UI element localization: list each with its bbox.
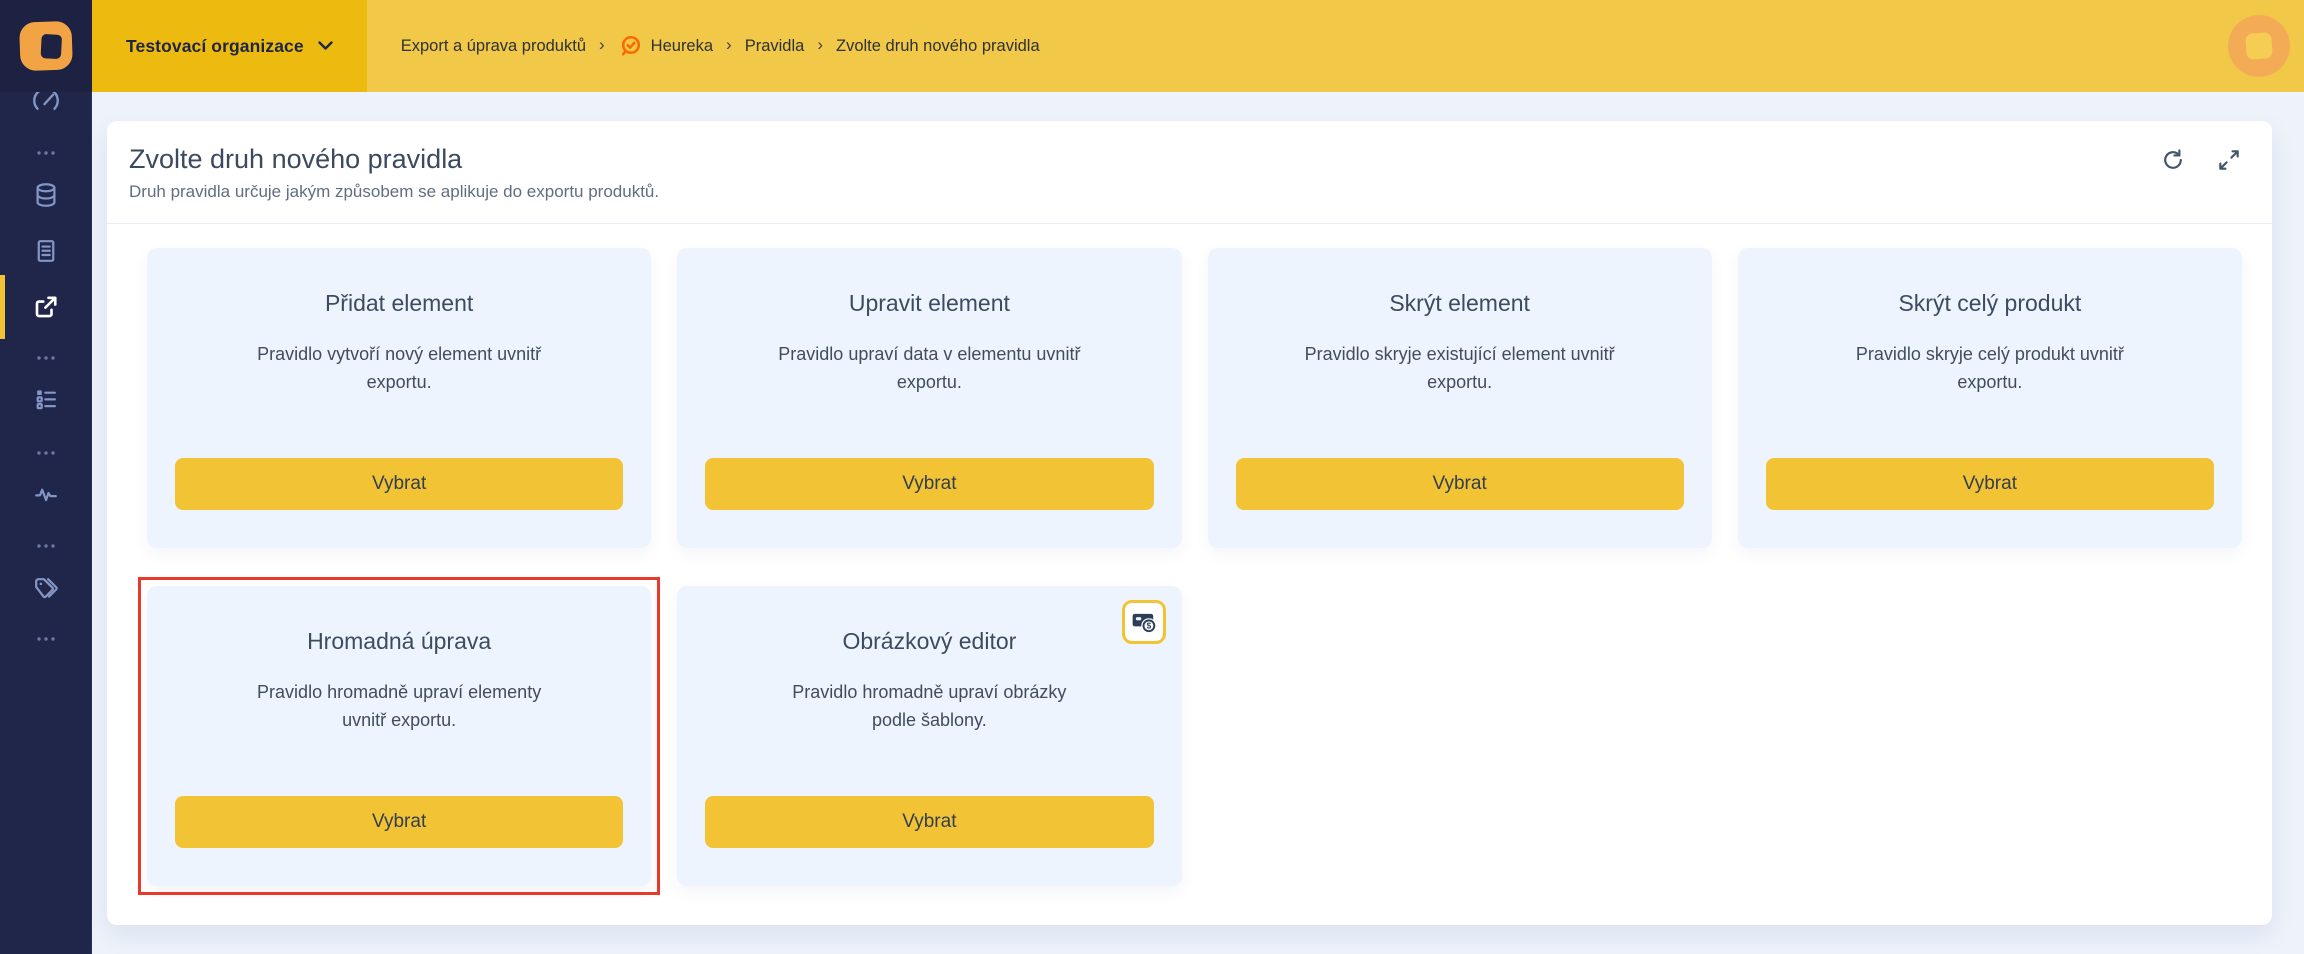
avatar-logo [2245,32,2273,60]
org-name: Testovací organizace [126,36,304,57]
option-card: Přidat element Pravidlo vytvoří nový ele… [147,248,651,548]
card-title: Upravit element [849,288,1010,318]
main-panel: Zvolte druh nového pravidla Druh pravidl… [107,121,2272,925]
option-card: Skrýt celý produkt Pravidlo skryje celý … [1738,248,2242,548]
page-title: Zvolte druh nového pravidla [129,143,2242,175]
card-description: Pravidlo vytvoří nový element uvnitř exp… [257,340,541,396]
breadcrumb-label: Heureka [651,37,713,56]
card-description: Pravidlo upraví data v elementu uvnitř e… [778,340,1080,396]
refresh-button[interactable] [2160,147,2186,173]
option-card: $ Obrázkový editor Pravidlo hromadně upr… [677,586,1181,886]
page-subtitle: Druh pravidla určuje jakým způsobem se a… [129,181,2242,203]
org-switcher[interactable]: Testovací organizace [92,0,367,92]
option-card: Skrýt element Pravidlo skryje existující… [1208,248,1712,548]
card-title: Skrýt element [1389,288,1530,318]
ellipsis-icon [34,441,58,465]
ellipsis-icon [34,627,58,651]
select-button[interactable]: Vybrat [1236,458,1684,510]
breadcrumb-separator: › [817,35,823,55]
ellipsis-icon [34,534,58,558]
breadcrumb-item[interactable]: Pravidla [745,37,805,56]
select-button[interactable]: Vybrat [175,458,623,510]
select-button[interactable]: Vybrat [705,796,1153,848]
ellipsis-icon [34,141,58,165]
card-description: Pravidlo hromadně upraví elementy uvnitř… [257,678,541,734]
ellipsis-icon [34,346,58,370]
sidebar-nav [0,0,91,954]
card-title: Hromadná úprava [307,626,491,656]
option-card: Upravit element Pravidlo upraví data v e… [677,248,1181,548]
refresh-icon [2160,147,2186,173]
tags-icon [32,575,60,603]
database-icon [32,181,60,209]
sidebar-item-export[interactable] [0,281,92,333]
sidebar-item-rules[interactable] [0,373,92,425]
select-button[interactable]: Vybrat [1766,458,2214,510]
select-button[interactable]: Vybrat [175,796,623,848]
panel-actions [2160,147,2242,173]
expand-icon [2216,147,2242,173]
card-description: Pravidlo skryje celý produkt uvnitř expo… [1856,340,2124,396]
sidebar-item-data[interactable] [0,169,92,221]
pulse-icon [32,480,60,508]
sidebar-item-products[interactable] [0,225,92,277]
app-logo[interactable] [0,0,92,92]
expand-button[interactable] [2216,147,2242,173]
breadcrumb-label: Zvolte druh nového pravidla [836,37,1040,56]
card-description: Pravidlo skryje existující element uvnit… [1305,340,1615,396]
svg-text:$: $ [1146,622,1151,631]
card-grid: Přidat element Pravidlo vytvoří nový ele… [107,224,2272,886]
chevron-down-icon [318,41,333,51]
sidebar-item-tags[interactable] [0,563,92,615]
sidebar [0,0,92,954]
sidebar-item-ellipsis-5[interactable] [0,613,92,665]
heureka-icon [618,34,643,59]
breadcrumb-label: Export a úprava produktů [401,37,586,56]
money-icon: $ [1131,609,1157,635]
paid-feature-badge: $ [1122,600,1166,644]
export-share-icon [31,292,61,322]
card-title: Přidat element [325,288,473,318]
option-card: Hromadná úprava Pravidlo hromadně upraví… [147,586,651,886]
user-avatar[interactable] [2228,15,2290,77]
top-header: Testovací organizace Export a úprava pro… [92,0,2304,92]
breadcrumb-item[interactable]: Export a úprava produktů [401,37,586,56]
breadcrumb-item[interactable]: Heureka [618,34,713,59]
breadcrumb: Export a úprava produktů › Heureka › Pra… [401,34,1040,59]
card-title: Skrýt celý produkt [1898,288,2081,318]
card-description: Pravidlo hromadně upraví obrázky podle š… [792,678,1066,734]
card-title: Obrázkový editor [842,626,1016,656]
sidebar-item-activity[interactable] [0,468,92,520]
mergado-logo-icon [15,15,77,77]
panel-header: Zvolte druh nového pravidla Druh pravidl… [107,121,2272,224]
breadcrumb-separator: › [726,35,732,55]
breadcrumb-label: Pravidla [745,37,805,56]
breadcrumb-separator: › [599,35,605,55]
checklist-icon [32,385,60,413]
document-icon [32,237,60,265]
breadcrumb-item: Zvolte druh nového pravidla [836,37,1040,56]
select-button[interactable]: Vybrat [705,458,1153,510]
